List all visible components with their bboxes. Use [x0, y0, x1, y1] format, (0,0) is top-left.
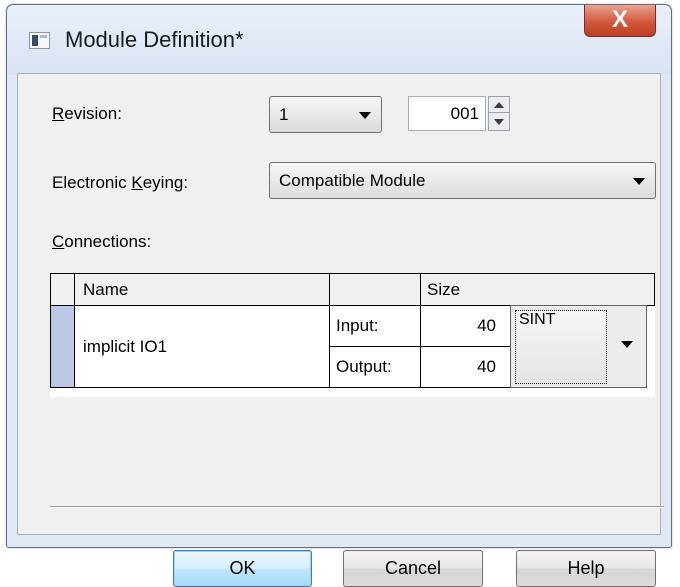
revision-major-value: 1: [279, 105, 289, 124]
module-definition-dialog: Module Definition* X Revision: 1 001 Ele…: [6, 4, 672, 587]
data-type-value: SINT: [519, 311, 556, 328]
revision-label: Revision:: [52, 104, 122, 123]
chevron-down-icon[interactable]: [633, 178, 645, 185]
connections-grid: Name Size implicit IO1 Input: Output: 40…: [50, 273, 655, 397]
connections-label: Connections:: [52, 232, 152, 251]
output-label-cell: Output:: [329, 346, 421, 388]
column-header-name: Name: [74, 273, 330, 306]
revision-minor-input[interactable]: 001: [408, 96, 486, 131]
input-label-cell: Input:: [329, 305, 421, 347]
electronic-keying-label: Electronic Keying:: [52, 173, 189, 192]
ok-button[interactable]: OK: [173, 550, 312, 587]
input-size-cell[interactable]: 40: [420, 305, 511, 347]
spin-up-icon[interactable]: [489, 97, 509, 113]
connection-name-cell[interactable]: implicit IO1: [74, 305, 330, 388]
close-button[interactable]: X: [584, 5, 656, 37]
column-header-type: [329, 273, 421, 306]
chevron-down-icon: [359, 112, 371, 119]
window-title: Module Definition*: [65, 27, 244, 52]
spin-down-icon[interactable]: [489, 114, 509, 130]
electronic-keying-dropdown[interactable]: Compatible Module: [269, 162, 656, 199]
chevron-down-icon[interactable]: [621, 341, 633, 348]
cancel-button[interactable]: Cancel: [343, 550, 483, 587]
row-selector[interactable]: [50, 305, 75, 388]
dialog-body: Revision: 1 001 Electronic Keying: Compa…: [17, 73, 664, 587]
data-type-dropdown[interactable]: SINT: [510, 305, 647, 388]
revision-minor-spinner[interactable]: [488, 96, 510, 131]
title-bar[interactable]: Module Definition* X: [7, 5, 671, 75]
output-size-cell[interactable]: 40: [420, 346, 511, 388]
revision-major-dropdown[interactable]: 1: [269, 96, 382, 133]
electronic-keying-value: Compatible Module: [279, 171, 426, 190]
grid-corner-header: [50, 273, 75, 306]
window-app-icon: [29, 32, 50, 49]
data-type-focus-box: SINT: [515, 310, 607, 384]
column-header-size: Size: [420, 273, 655, 306]
help-button[interactable]: Help: [516, 550, 656, 587]
separator-line: [50, 506, 664, 508]
